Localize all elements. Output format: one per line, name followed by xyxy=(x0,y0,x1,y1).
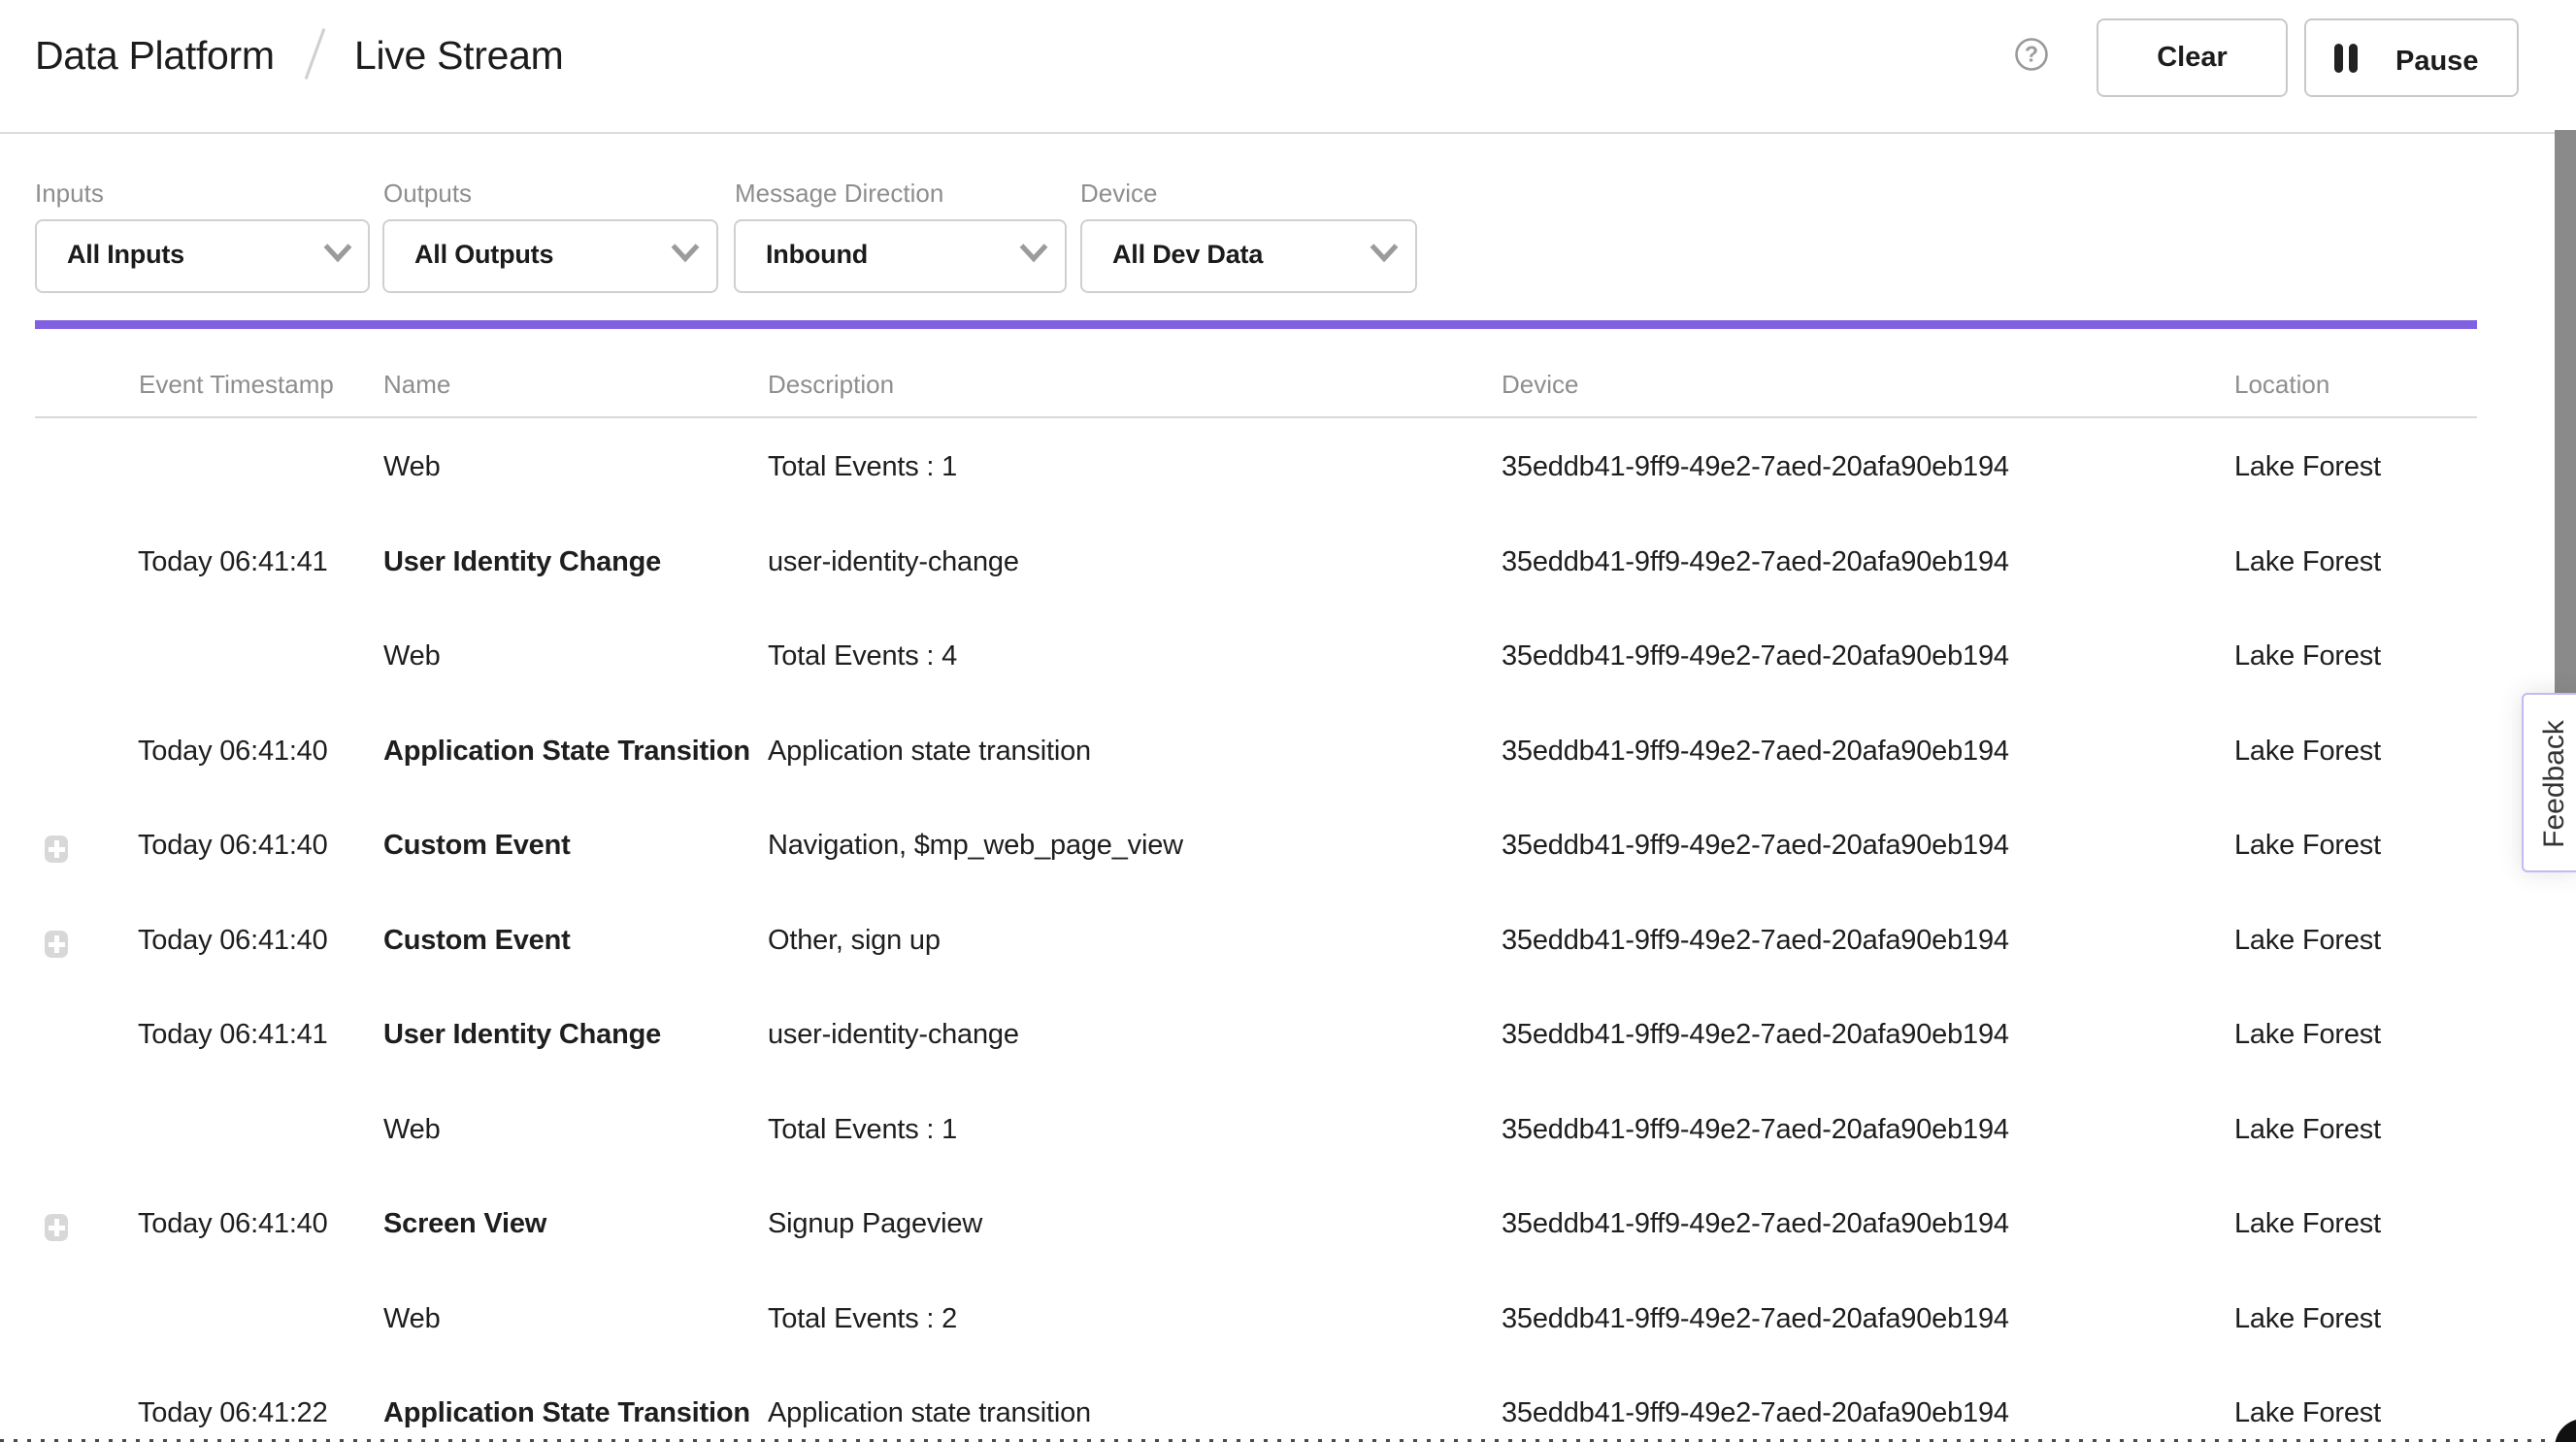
svg-text:?: ? xyxy=(2025,42,2038,67)
